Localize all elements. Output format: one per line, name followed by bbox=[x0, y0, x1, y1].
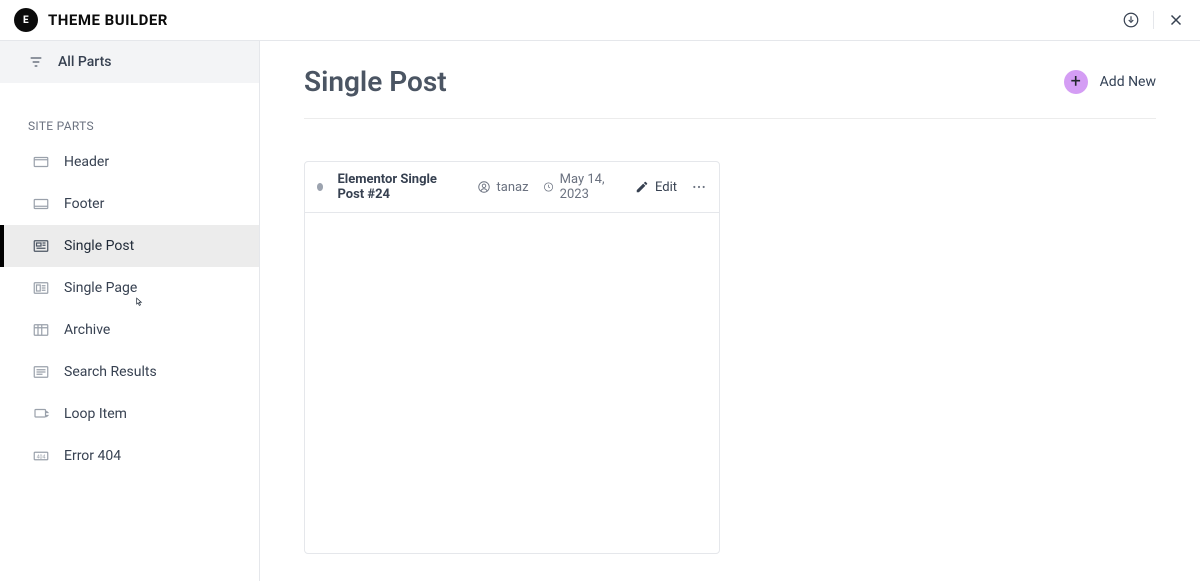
card-header: Elementor Single Post #24 tanaz May 14, … bbox=[305, 162, 719, 213]
footer-icon bbox=[32, 195, 50, 213]
loop-icon bbox=[32, 405, 50, 423]
page-header: Single Post + Add New bbox=[304, 65, 1156, 119]
card-edit-label: Edit bbox=[655, 180, 677, 195]
header-icon bbox=[32, 153, 50, 171]
close-icon[interactable] bbox=[1166, 10, 1186, 30]
sidebar: All Parts SITE PARTS Header Footer Singl… bbox=[0, 41, 260, 581]
card-author-name: tanaz bbox=[497, 180, 529, 195]
content: Single Post + Add New Elementor Single P… bbox=[260, 41, 1200, 554]
main: Single Post + Add New Elementor Single P… bbox=[260, 41, 1200, 581]
error-icon: 404 bbox=[32, 447, 50, 465]
sidebar-item-label: Archive bbox=[64, 322, 110, 338]
search-results-icon bbox=[32, 363, 50, 381]
layout: All Parts SITE PARTS Header Footer Singl… bbox=[0, 41, 1200, 581]
sidebar-item-footer[interactable]: Footer bbox=[0, 183, 259, 225]
user-icon bbox=[477, 180, 491, 194]
card-date-value: May 14, 2023 bbox=[560, 172, 621, 202]
sidebar-item-archive[interactable]: Archive bbox=[0, 309, 259, 351]
app-logo: E bbox=[14, 8, 38, 32]
sidebar-item-label: Loop Item bbox=[64, 406, 127, 422]
app-title: THEME BUILDER bbox=[48, 11, 168, 29]
sidebar-item-single-post[interactable]: Single Post bbox=[0, 225, 259, 267]
sidebar-item-label: Header bbox=[64, 154, 109, 170]
topbar: E THEME BUILDER bbox=[0, 0, 1200, 41]
card-grid: Elementor Single Post #24 tanaz May 14, … bbox=[304, 119, 1156, 554]
page-title: Single Post bbox=[304, 65, 447, 98]
archive-icon bbox=[32, 321, 50, 339]
sidebar-all-parts-label: All Parts bbox=[58, 54, 111, 70]
page-icon bbox=[32, 279, 50, 297]
card-author: tanaz bbox=[477, 180, 529, 195]
sidebar-all-parts[interactable]: All Parts bbox=[0, 41, 259, 83]
sidebar-item-label: Search Results bbox=[64, 364, 157, 380]
sidebar-item-label: Footer bbox=[64, 196, 104, 212]
topbar-left: E THEME BUILDER bbox=[14, 8, 168, 32]
clock-icon bbox=[543, 180, 554, 194]
template-card[interactable]: Elementor Single Post #24 tanaz May 14, … bbox=[304, 161, 720, 554]
topbar-right bbox=[1121, 10, 1186, 30]
pencil-icon bbox=[635, 180, 649, 194]
sidebar-item-header[interactable]: Header bbox=[0, 141, 259, 183]
sidebar-item-search-results[interactable]: Search Results bbox=[0, 351, 259, 393]
svg-text:404: 404 bbox=[37, 454, 46, 460]
post-icon bbox=[32, 237, 50, 255]
plus-icon: + bbox=[1064, 70, 1088, 94]
sidebar-item-single-page[interactable]: Single Page bbox=[0, 267, 259, 309]
card-preview bbox=[305, 213, 719, 553]
more-horizontal-icon bbox=[691, 179, 707, 195]
sidebar-item-loop-item[interactable]: Loop Item bbox=[0, 393, 259, 435]
add-new-button[interactable]: + Add New bbox=[1064, 70, 1156, 94]
logo-letter: E bbox=[23, 15, 29, 26]
topbar-divider bbox=[1153, 11, 1154, 29]
status-dot-icon bbox=[317, 183, 323, 191]
sidebar-item-label: Single Post bbox=[64, 238, 134, 254]
filter-icon bbox=[28, 54, 44, 70]
sidebar-section-title: SITE PARTS bbox=[0, 83, 259, 141]
download-icon[interactable] bbox=[1121, 10, 1141, 30]
add-new-label: Add New bbox=[1100, 74, 1156, 90]
sidebar-item-error-404[interactable]: 404 Error 404 bbox=[0, 435, 259, 477]
card-title: Elementor Single Post #24 bbox=[337, 172, 462, 202]
card-date: May 14, 2023 bbox=[543, 172, 621, 202]
sidebar-item-label: Error 404 bbox=[64, 448, 121, 464]
sidebar-item-label: Single Page bbox=[64, 280, 137, 296]
card-edit-button[interactable]: Edit bbox=[635, 180, 677, 195]
card-more-button[interactable] bbox=[691, 179, 707, 195]
